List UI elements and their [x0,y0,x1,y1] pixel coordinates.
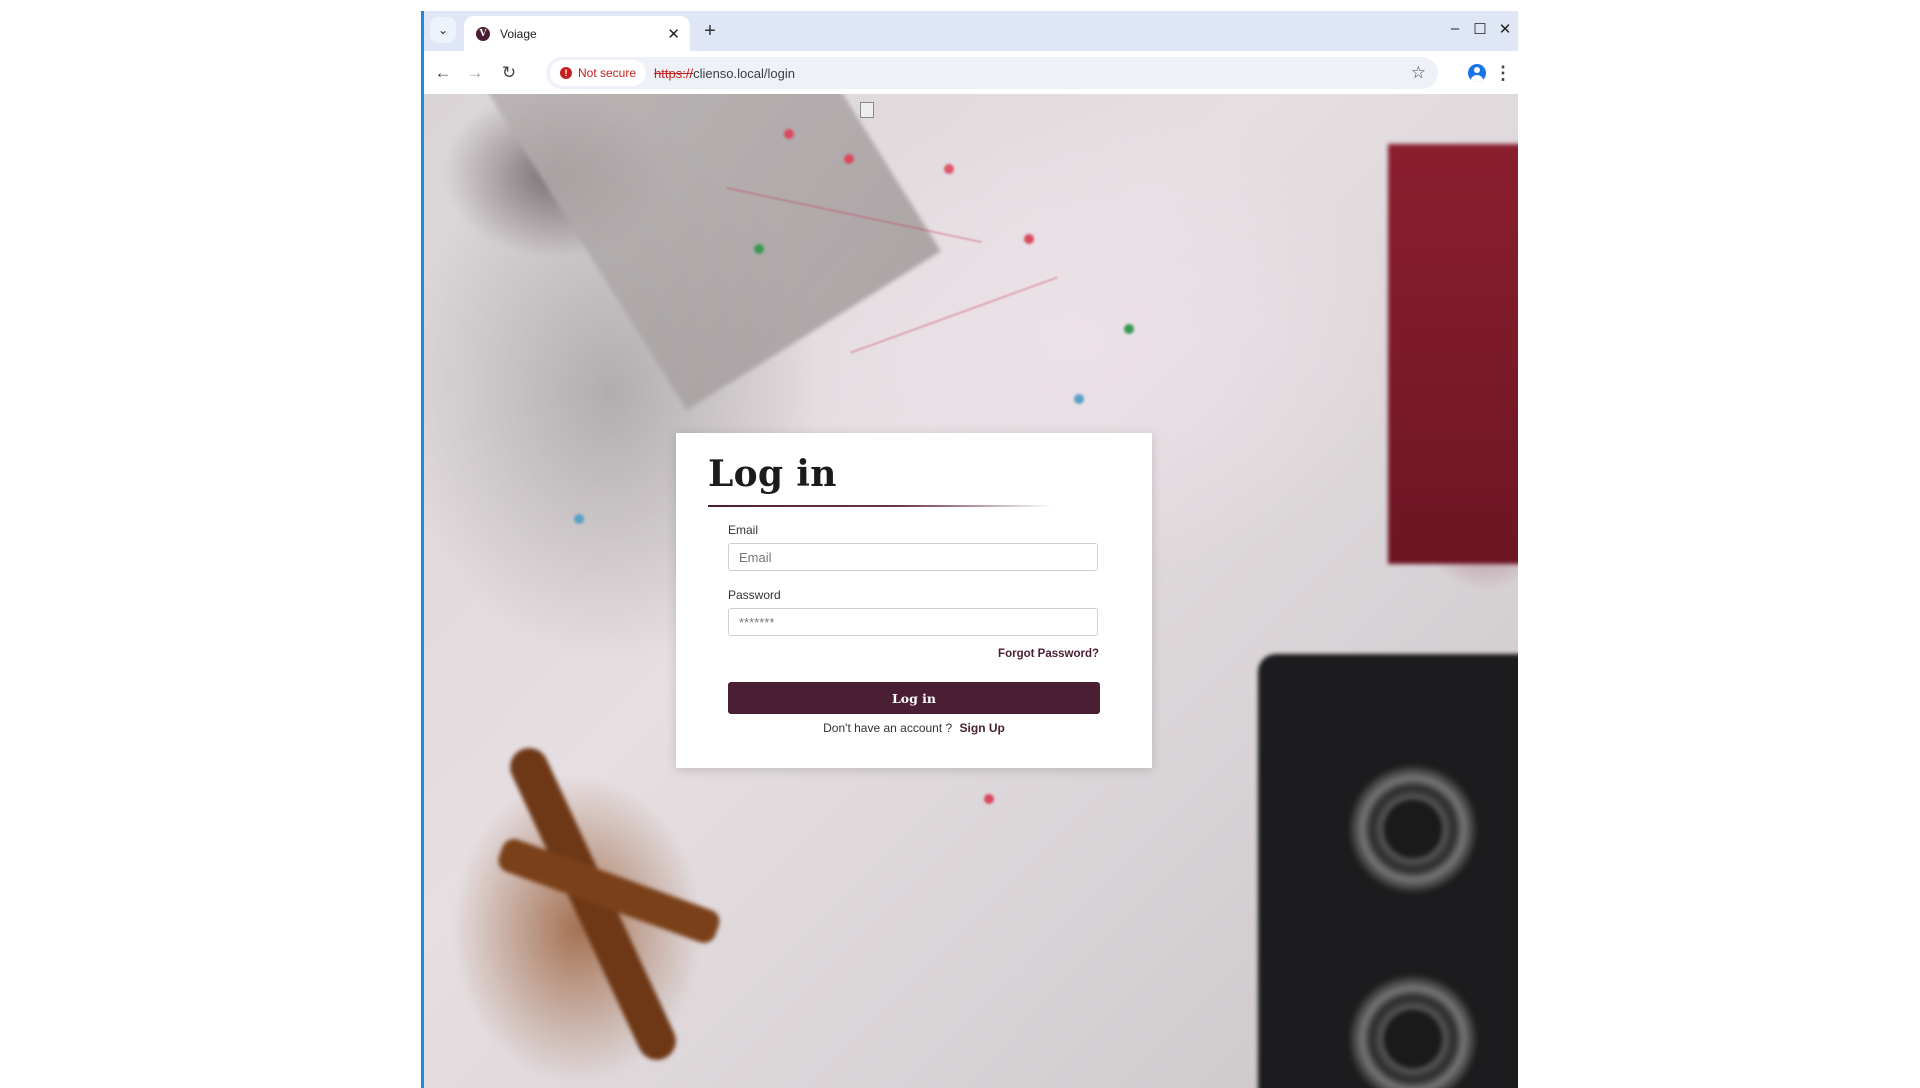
no-account-text: Don't have an account ? [823,721,953,735]
map-pin [1124,324,1134,334]
email-label: Email [728,523,759,537]
url-host-path: clienso.local/login [693,65,795,81]
reload-icon[interactable]: ↻ [498,62,520,84]
tab-search-icon[interactable]: ⌄ [430,17,456,43]
map-pin [1074,394,1084,404]
password-field[interactable]: ******* [728,608,1098,636]
title-divider [708,505,1053,507]
signup-row: Don't have an account ? Sign Up [676,721,1152,735]
new-tab-button[interactable]: + [698,19,722,43]
background-laptop [464,94,941,411]
login-card: Log in Email Email Password ******* Forg… [676,433,1152,768]
minimize-icon[interactable]: – [1444,20,1466,37]
background-toy-plane [494,734,723,1074]
forward-icon[interactable]: → [464,62,486,84]
tab-strip: ⌄ V Voiage ✕ + – ☐ ✕ [424,11,1518,51]
profile-icon [1468,64,1486,82]
favicon-icon: V [476,26,490,41]
maximize-icon[interactable]: ☐ [1469,20,1491,38]
map-pin [1024,234,1034,244]
warning-icon: ! [560,67,572,79]
map-pin [574,514,584,524]
security-label: Not secure [578,66,637,80]
browser-tab[interactable]: V Voiage ✕ [464,16,690,51]
page-title: Log in [708,453,837,495]
browser-toolbar: ← → ↻ ! Not secure https://clienso.local… [424,51,1518,94]
password-label: Password [728,588,781,602]
page-viewport: Log in Email Email Password ******* Forg… [424,94,1518,1088]
map-pin [944,164,954,174]
address-bar[interactable]: ! Not secure https://clienso.local/login… [546,57,1438,89]
map-pin [984,794,994,804]
profile-button[interactable] [1466,62,1488,84]
background-passport [1388,144,1518,564]
email-field[interactable]: Email [728,543,1098,571]
back-icon[interactable]: ← [432,62,454,84]
map-pin [844,154,854,164]
browser-window: ⌄ V Voiage ✕ + – ☐ ✕ ← → ↻ ! Not secure … [421,11,1518,1088]
close-window-icon[interactable]: ✕ [1494,20,1516,38]
map-pin [784,129,794,139]
signup-link[interactable]: Sign Up [960,721,1005,735]
background-camera-lens [1348,764,1478,894]
broken-image-icon [860,102,874,118]
close-tab-icon[interactable]: ✕ [667,25,680,43]
login-button[interactable]: Log in [728,682,1100,714]
security-chip[interactable]: ! Not secure [550,60,647,86]
bookmark-star-icon[interactable]: ☆ [1411,63,1426,83]
forgot-password-link[interactable]: Forgot Password? [998,648,1099,660]
url-text[interactable]: https://clienso.local/login [654,66,795,81]
map-pin [754,244,764,254]
tab-title: Voiage [500,26,537,41]
url-scheme: https:// [654,65,694,81]
menu-kebab-icon[interactable]: ⋮ [1492,62,1514,84]
